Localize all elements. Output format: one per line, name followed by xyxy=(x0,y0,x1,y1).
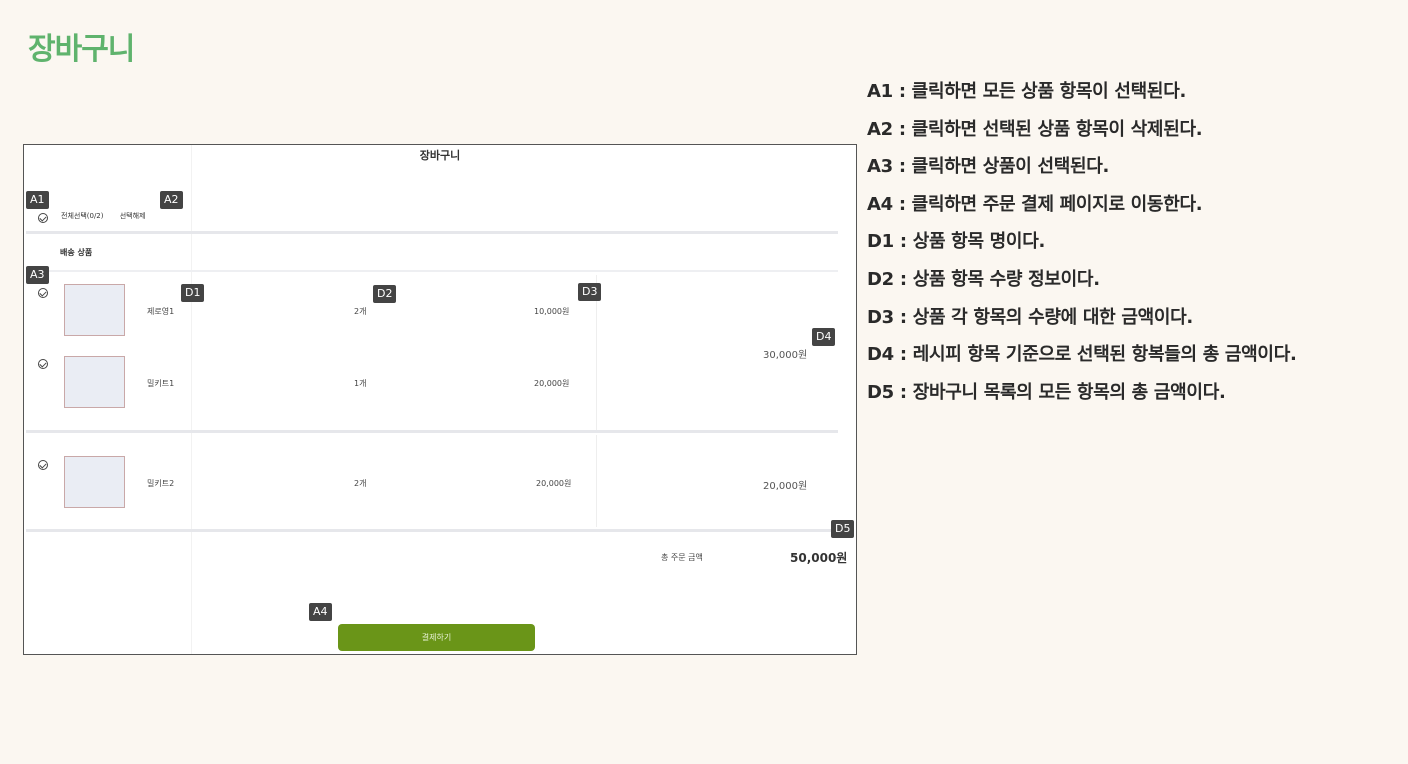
item-name: 제로영1 xyxy=(147,307,175,316)
item-select-check-icon[interactable] xyxy=(38,288,48,298)
item-price: 20,000원 xyxy=(534,379,570,388)
group-total: 30,000원 xyxy=(763,350,808,361)
deselect-button[interactable]: 선택해제 xyxy=(120,212,146,220)
total-label: 총 주문 금액 xyxy=(661,553,703,562)
note-d2: D2 : 상품 항목 수량 정보이다. xyxy=(867,268,1100,290)
item-select-check-icon[interactable] xyxy=(38,460,48,470)
annotation-tag-a1: A1 xyxy=(26,191,49,209)
page-title: 장바구니 xyxy=(28,32,135,67)
divider xyxy=(596,435,597,527)
annotation-tag-a3: A3 xyxy=(26,266,49,284)
note-a3: A3 : 클릭하면 상품이 선택된다. xyxy=(867,156,1110,178)
annotation-tag-d1: D1 xyxy=(181,284,205,302)
annotation-tag-d4: D4 xyxy=(812,328,836,346)
section-label: 배송 상품 xyxy=(60,248,93,257)
note-d3: D3 : 상품 각 항목의 수량에 대한 금액이다. xyxy=(867,306,1193,328)
item-thumbnail xyxy=(64,456,125,508)
annotation-tag-d2: D2 xyxy=(373,285,397,303)
pay-button[interactable]: 결제하기 xyxy=(338,624,535,651)
cart-title: 장바구니 xyxy=(419,149,461,162)
select-all-button[interactable]: 전체선택(0/2) xyxy=(61,212,104,220)
item-qty: 1개 xyxy=(354,379,367,388)
item-name: 밀키트1 xyxy=(147,379,175,388)
item-select-check-icon[interactable] xyxy=(38,359,48,369)
annotation-tag-a2: A2 xyxy=(160,191,183,209)
item-qty: 2개 xyxy=(354,307,367,316)
annotation-tag-d3: D3 xyxy=(578,283,602,301)
annotation-tag-d5: D5 xyxy=(831,520,855,538)
item-thumbnail xyxy=(64,284,125,336)
note-d5: D5 : 장바구니 목록의 모든 항목의 총 금액이다. xyxy=(867,381,1226,403)
note-a2: A2 : 클릭하면 선택된 상품 항목이 삭제된다. xyxy=(867,118,1203,140)
item-price: 20,000원 xyxy=(536,479,572,488)
note-d1: D1 : 상품 항목 명이다. xyxy=(867,231,1045,253)
divider xyxy=(26,430,838,433)
note-a1: A1 : 클릭하면 모든 상품 항목이 선택된다. xyxy=(867,81,1186,102)
item-price: 10,000원 xyxy=(534,307,570,316)
item-thumbnail xyxy=(64,356,125,408)
annotation-tag-a4: A4 xyxy=(309,603,332,621)
total-value: 50,000원 xyxy=(790,551,848,565)
select-all-check-icon[interactable] xyxy=(38,213,48,223)
cart-mockup: 장바구니 전체선택(0/2) 선택해제 배송 상품 제로영1 2개 10,000… xyxy=(23,144,857,655)
item-qty: 2개 xyxy=(354,479,367,488)
divider xyxy=(26,270,838,272)
group-total: 20,000원 xyxy=(763,481,808,492)
annotation-notes: A1 : 클릭하면 모든 상품 항목이 선택된다. A2 : 클릭하면 선택된 … xyxy=(867,78,1397,416)
guide-line xyxy=(191,145,192,654)
note-a4: A4 : 클릭하면 주문 결제 페이지로 이동한다. xyxy=(867,193,1203,215)
divider xyxy=(26,529,838,532)
item-name: 밀키트2 xyxy=(147,479,175,488)
divider xyxy=(26,231,838,234)
note-d4: D4 : 레시피 항목 기준으로 선택된 항복들의 총 금액이다. xyxy=(867,344,1297,366)
